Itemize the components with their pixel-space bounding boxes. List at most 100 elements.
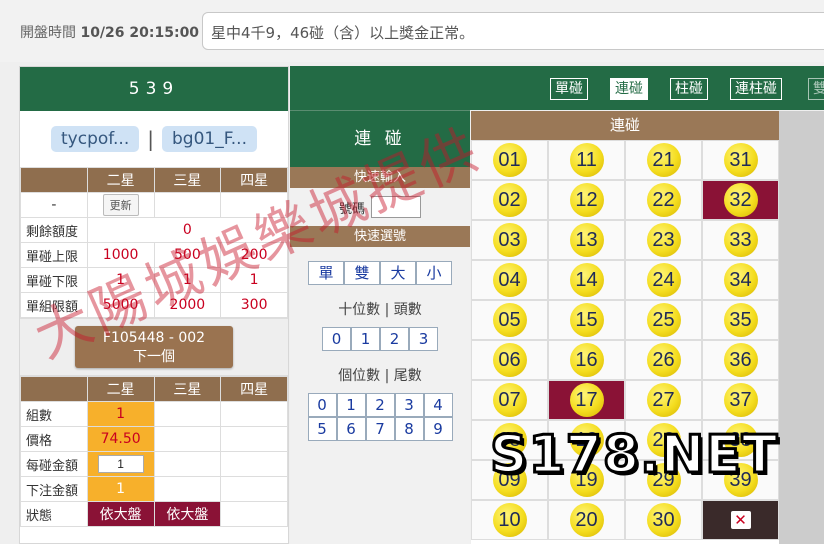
tab-consecutive-column[interactable]: 連柱碰	[730, 78, 782, 100]
number-ball[interactable]: 24	[646, 263, 681, 297]
number-ball[interactable]: 23	[646, 223, 681, 257]
ball-cell[interactable]: 04	[471, 260, 548, 300]
number-ball[interactable]: 25	[646, 303, 681, 337]
number-ball[interactable]: 10	[492, 503, 527, 537]
number-ball[interactable]: 26	[646, 343, 681, 377]
units-digit-2[interactable]: 2	[365, 393, 395, 417]
ball-cell[interactable]: 17	[548, 380, 625, 420]
ball-cell[interactable]: 12	[548, 180, 625, 220]
number-ball[interactable]: 27	[646, 383, 681, 417]
number-ball[interactable]: 15	[569, 303, 604, 337]
number-ball[interactable]: 14	[569, 263, 604, 297]
tens-digit-3[interactable]: 3	[409, 327, 438, 351]
ball-cell[interactable]: 31	[702, 140, 779, 180]
ball-cell[interactable]: 39	[702, 460, 779, 500]
number-ball[interactable]: 16	[569, 343, 604, 377]
number-ball[interactable]: 32	[723, 183, 758, 217]
tab-single[interactable]: 單碰	[550, 78, 588, 100]
ball-cell[interactable]: 30	[625, 500, 702, 540]
units-digit-1[interactable]: 1	[336, 393, 366, 417]
ball-cell[interactable]: 32	[702, 180, 779, 220]
number-ball[interactable]: 21	[646, 143, 681, 177]
number-ball[interactable]: 20	[569, 503, 604, 537]
big-button[interactable]: 大	[380, 261, 416, 285]
ball-cell[interactable]: 09	[471, 460, 548, 500]
number-ball[interactable]: 33	[723, 223, 758, 257]
number-ball[interactable]: 34	[723, 263, 758, 297]
units-digit-4[interactable]: 4	[423, 393, 453, 417]
ball-cell[interactable]: 29	[625, 460, 702, 500]
ball-cell[interactable]: 11	[548, 140, 625, 180]
units-digit-6[interactable]: 6	[336, 417, 366, 441]
number-ball[interactable]: 03	[492, 223, 527, 257]
tab-column[interactable]: 柱碰	[670, 78, 708, 100]
tens-digit-2[interactable]: 2	[380, 327, 409, 351]
ball-cell[interactable]: 38	[702, 420, 779, 460]
number-ball[interactable]: 04	[492, 263, 527, 297]
ball-cell[interactable]: 21	[625, 140, 702, 180]
refresh-button[interactable]: 更新	[102, 194, 139, 216]
ball-cell[interactable]: 35	[702, 300, 779, 340]
ball-cell[interactable]: 10	[471, 500, 548, 540]
number-ball[interactable]: 22	[646, 183, 681, 217]
number-ball[interactable]: 08	[492, 423, 527, 457]
number-ball[interactable]: 19	[569, 463, 604, 497]
close-icon[interactable]: ✕	[730, 511, 751, 529]
ball-cell[interactable]: 20	[548, 500, 625, 540]
ball-cell[interactable]: 18	[548, 420, 625, 460]
ball-cell[interactable]: 34	[702, 260, 779, 300]
units-digit-5[interactable]: 5	[307, 417, 337, 441]
number-ball[interactable]: 06	[492, 343, 527, 377]
ball-cell[interactable]: 14	[548, 260, 625, 300]
tens-digit-0[interactable]: 0	[322, 327, 351, 351]
clear-cell[interactable]: ✕	[702, 500, 779, 540]
number-ball[interactable]: 31	[723, 143, 758, 177]
ball-cell[interactable]: 22	[625, 180, 702, 220]
account-badge-1[interactable]: tycpof...	[51, 126, 140, 152]
number-ball[interactable]: 28	[646, 423, 681, 457]
number-ball[interactable]: 02	[492, 183, 527, 217]
ball-cell[interactable]: 23	[625, 220, 702, 260]
number-ball[interactable]: 37	[723, 383, 758, 417]
number-ball[interactable]: 18	[569, 423, 604, 457]
odd-button[interactable]: 單	[308, 261, 344, 285]
ball-cell[interactable]: 06	[471, 340, 548, 380]
tab-consecutive[interactable]: 連碰	[610, 78, 648, 100]
units-digit-9[interactable]: 9	[423, 417, 453, 441]
ball-cell[interactable]: 33	[702, 220, 779, 260]
number-ball[interactable]: 09	[492, 463, 527, 497]
ball-cell[interactable]: 26	[625, 340, 702, 380]
units-digit-0[interactable]: 0	[307, 393, 337, 417]
ball-cell[interactable]: 07	[471, 380, 548, 420]
number-ball[interactable]: 13	[569, 223, 604, 257]
tab-double[interactable]: 雙	[808, 78, 824, 100]
ball-cell[interactable]: 27	[625, 380, 702, 420]
ball-cell[interactable]: 28	[625, 420, 702, 460]
ball-cell[interactable]: 13	[548, 220, 625, 260]
number-input[interactable]	[371, 196, 421, 218]
number-ball[interactable]: 01	[492, 143, 527, 177]
units-digit-3[interactable]: 3	[394, 393, 424, 417]
next-ticket-button[interactable]: F105448 - 002 下一個	[75, 326, 233, 368]
ball-cell[interactable]: 16	[548, 340, 625, 380]
number-ball[interactable]: 30	[646, 503, 681, 537]
number-ball[interactable]: 07	[492, 383, 527, 417]
even-button[interactable]: 雙	[344, 261, 380, 285]
ball-cell[interactable]: 36	[702, 340, 779, 380]
number-ball[interactable]: 11	[569, 143, 604, 177]
number-ball[interactable]: 17	[569, 383, 604, 417]
number-ball[interactable]: 35	[723, 303, 758, 337]
per-bet-input[interactable]	[97, 455, 144, 473]
number-ball[interactable]: 05	[492, 303, 527, 337]
number-ball[interactable]: 39	[723, 463, 758, 497]
number-ball[interactable]: 29	[646, 463, 681, 497]
ball-cell[interactable]: 37	[702, 380, 779, 420]
ball-cell[interactable]: 05	[471, 300, 548, 340]
ball-cell[interactable]: 03	[471, 220, 548, 260]
ball-cell[interactable]: 19	[548, 460, 625, 500]
ball-cell[interactable]: 02	[471, 180, 548, 220]
tens-digit-1[interactable]: 1	[351, 327, 380, 351]
number-ball[interactable]: 12	[569, 183, 604, 217]
ball-cell[interactable]: 25	[625, 300, 702, 340]
ball-cell[interactable]: 01	[471, 140, 548, 180]
